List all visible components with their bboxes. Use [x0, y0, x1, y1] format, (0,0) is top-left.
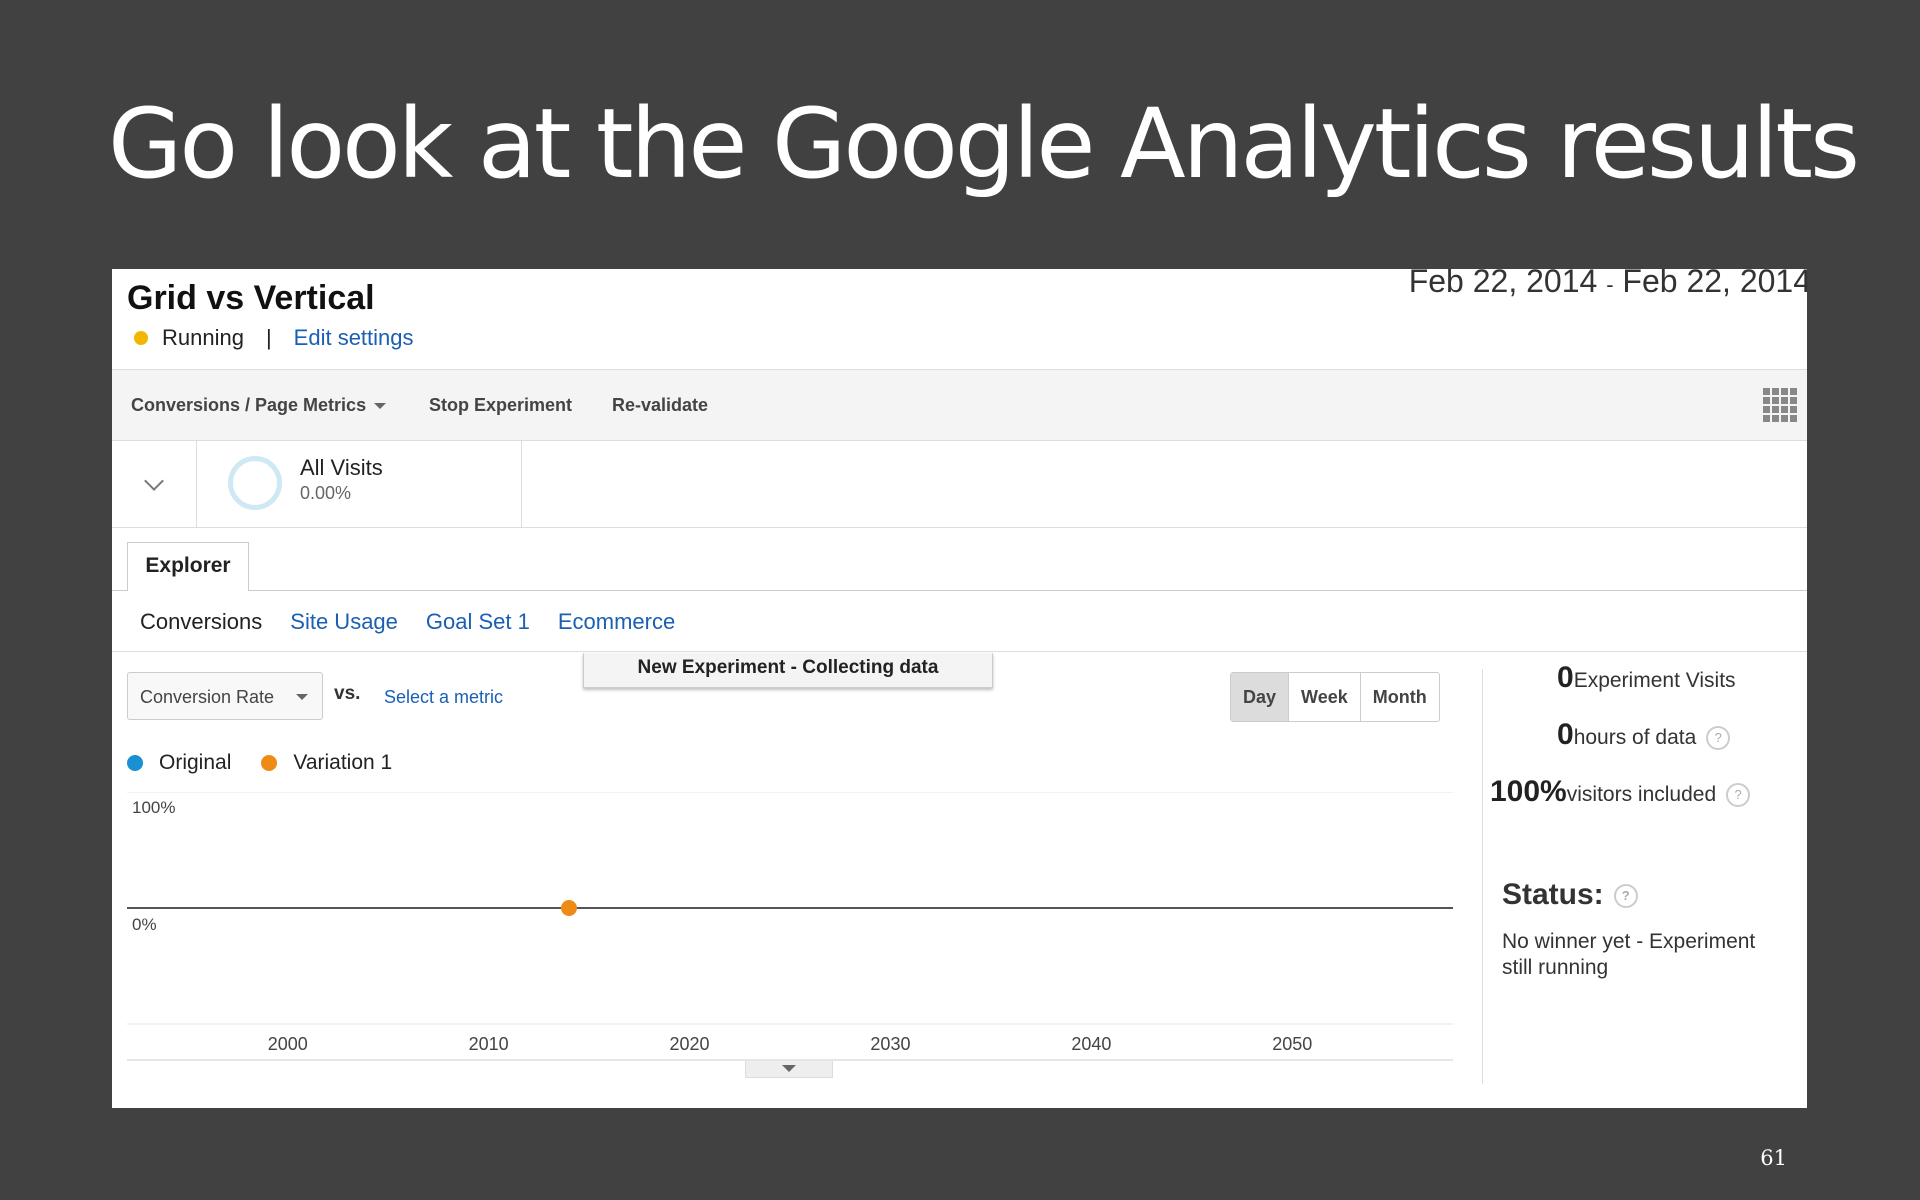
chevron-down-icon [296, 694, 308, 700]
date-start: Feb 22, 2014 [1408, 269, 1598, 299]
stat-hours-value: 0 [1557, 718, 1574, 751]
chart-plot-area [127, 900, 1453, 916]
metric-select-value: Conversion Rate [140, 687, 275, 707]
segment-toggle-button[interactable] [112, 441, 197, 527]
y-tick-label-100: 100% [132, 798, 175, 817]
y-tick-label-0: 0% [132, 915, 157, 934]
x-tick-label-2040: 2040 [1071, 1034, 1111, 1054]
tab-divider [112, 590, 1807, 591]
status-label: Running [162, 325, 244, 350]
running-status-dot-icon [134, 331, 148, 345]
experiment-status-row: Running | Edit settings [134, 325, 414, 351]
edit-settings-link[interactable]: Edit settings [294, 325, 414, 351]
help-icon[interactable]: ? [1726, 783, 1751, 808]
stat-visits-label: Experiment Visits [1573, 669, 1736, 692]
month-button[interactable]: Month [1359, 673, 1439, 721]
chevron-down-icon [374, 403, 387, 410]
segment-row: All Visits 0.00% [112, 441, 1807, 528]
date-end: Feb 22, 2014 [1622, 269, 1807, 299]
vs-label: vs. [334, 683, 361, 704]
legend-dot-original [127, 755, 143, 771]
stop-experiment-button[interactable]: Stop Experiment [429, 395, 572, 416]
stat-experiment-visits: 0Experiment Visits [1557, 661, 1736, 695]
stat-visitors-included: 100%visitors included? [1490, 775, 1751, 809]
x-tick-label-2020: 2020 [670, 1034, 710, 1054]
x-tick-label-2010: 2010 [469, 1034, 509, 1054]
segment-ring-icon [228, 456, 282, 510]
legend-item-variation-1[interactable]: Variation 1 [261, 751, 392, 775]
status-title-text: Status: [1502, 878, 1604, 911]
chart-legend: Original Variation 1 [127, 751, 422, 775]
status-title: Status:? [1502, 878, 1638, 912]
metric-select[interactable]: Conversion Rate [127, 672, 323, 720]
data-point-variation-1[interactable] [561, 900, 577, 916]
segment-all-visits[interactable]: All Visits 0.00% [196, 441, 522, 527]
help-icon[interactable]: ? [1613, 884, 1638, 909]
subtab-conversions[interactable]: Conversions [140, 609, 262, 635]
chevron-down-icon [144, 471, 164, 491]
experiment-title: Grid vs Vertical [127, 279, 375, 317]
x-tick-label-2000: 2000 [268, 1034, 308, 1054]
experiment-toolbar: Conversions / Page Metrics Stop Experime… [112, 369, 1807, 441]
date-separator: - [1606, 272, 1614, 297]
stat-included-value: 100% [1490, 775, 1567, 808]
sidebar-divider [1482, 669, 1483, 1084]
x-tick-labels: 2000 2010 2020 2030 2040 2050 [268, 1034, 1313, 1054]
subtab-ecommerce[interactable]: Ecommerce [558, 609, 675, 635]
stat-included-label: visitors included [1566, 783, 1717, 806]
legend-item-original[interactable]: Original [127, 751, 231, 775]
day-button[interactable]: Day [1231, 673, 1289, 721]
slide-title: Go look at the Google Analytics results [108, 88, 1860, 200]
x-tick-label-2050: 2050 [1272, 1034, 1312, 1054]
subtab-site-usage[interactable]: Site Usage [290, 609, 398, 635]
chevron-down-icon [782, 1065, 796, 1072]
legend-label-original: Original [159, 751, 232, 774]
conversion-rate-chart: 100% 0% 2000 2010 2020 2030 2040 2050 [127, 792, 1453, 1061]
report-select-dropdown[interactable]: Conversions / Page Metrics [131, 395, 387, 416]
collecting-data-banner: New Experiment - Collecting data [583, 653, 993, 688]
segment-name: All Visits [300, 455, 383, 480]
select-metric-link[interactable]: Select a metric [384, 687, 503, 708]
help-icon[interactable]: ? [1706, 726, 1731, 751]
x-tick-label-2030: 2030 [870, 1034, 910, 1054]
stat-visits-value: 0 [1557, 661, 1574, 694]
stat-hours-of-data: 0hours of data? [1557, 718, 1731, 752]
revalidate-button[interactable]: Re-validate [612, 395, 708, 416]
segment-percent: 0.00% [300, 483, 352, 503]
subtabs-divider [112, 651, 1807, 652]
slide-page-number: 61 [1760, 1146, 1787, 1170]
stat-hours-label: hours of data [1573, 726, 1697, 749]
legend-label-variation-1: Variation 1 [293, 751, 393, 774]
grid-apps-icon[interactable] [1763, 388, 1797, 422]
week-button[interactable]: Week [1288, 673, 1360, 721]
date-range[interactable]: Feb 22, 2014 - Feb 22, 2014 [1409, 269, 1807, 300]
explorer-subtabs: Conversions Site Usage Goal Set 1 Ecomme… [140, 609, 675, 635]
report-select-label: Conversions / Page Metrics [131, 395, 367, 415]
chart-collapse-button[interactable] [745, 1061, 833, 1078]
analytics-screenshot: Grid vs Vertical Feb 22, 2014 - Feb 22, … [112, 269, 1807, 1108]
tab-explorer[interactable]: Explorer [127, 542, 249, 591]
subtab-goal-set-1[interactable]: Goal Set 1 [426, 609, 530, 635]
status-separator: | [265, 325, 272, 350]
legend-dot-variation-1 [261, 755, 278, 771]
date-granularity-toggle: Day Week Month [1230, 672, 1440, 722]
status-description: No winner yet - Experiment still running [1502, 930, 1756, 979]
